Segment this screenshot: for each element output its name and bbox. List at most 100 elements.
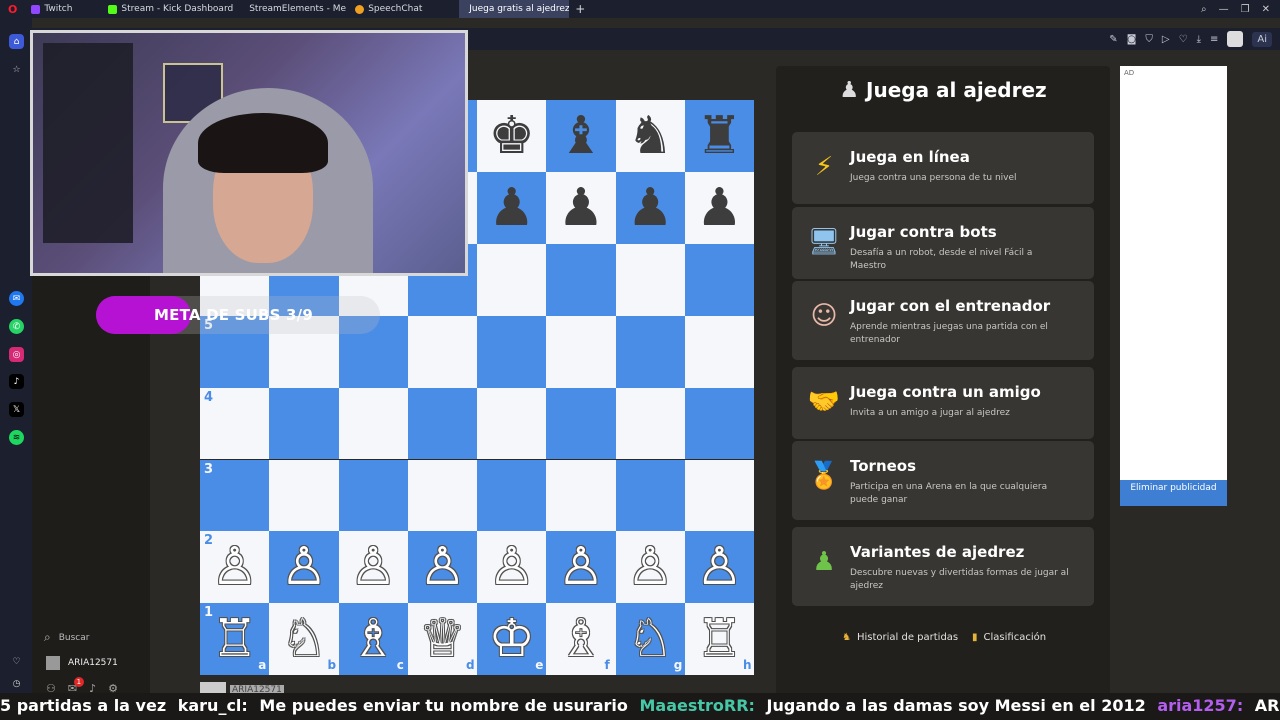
board-square[interactable] (684, 459, 754, 532)
black-piece[interactable]: ♜ (685, 100, 754, 172)
tiktok-icon[interactable]: ♪ (9, 374, 24, 389)
board-square[interactable] (338, 387, 408, 460)
messenger-icon[interactable]: ✉ (9, 291, 24, 306)
download-icon[interactable]: ⤓ (1197, 34, 1201, 45)
board-square[interactable] (477, 243, 547, 316)
board-square[interactable] (684, 243, 754, 316)
remove-ads-button[interactable]: Eliminar publicidad (1120, 480, 1227, 506)
board-square[interactable] (269, 387, 339, 460)
star-icon[interactable]: ☆ (9, 62, 24, 77)
option-play-coach[interactable]: ☺ Jugar con el entrenador Aprende mientr… (792, 281, 1094, 360)
tab-streamelements[interactable]: StreamElements - Me (239, 0, 349, 18)
white-piece[interactable]: ♙ (408, 531, 477, 603)
board-square[interactable] (407, 459, 477, 532)
white-piece[interactable]: ♙ (616, 531, 685, 603)
history-link[interactable]: ♞ Historial de partidas (842, 632, 958, 643)
white-piece[interactable]: ♙ (269, 531, 338, 603)
board-square[interactable] (338, 459, 408, 532)
new-tab-button[interactable]: + (569, 0, 591, 18)
kick-icon (108, 4, 118, 14)
board-square[interactable] (477, 459, 547, 532)
rank-label: 2 (204, 533, 214, 549)
shield-icon[interactable]: ⛉ (1145, 34, 1153, 45)
history-icon[interactable]: ◷ (9, 676, 24, 691)
option-title: Juega en línea (850, 148, 970, 166)
file-label: d (466, 658, 475, 673)
board-square[interactable] (407, 387, 477, 460)
browser-menu-button[interactable]: O (0, 0, 25, 18)
tab-kick[interactable]: Stream - Kick Dashboard (78, 0, 239, 18)
option-variants[interactable]: ♟ Variantes de ajedrez Descubre nuevas y… (792, 527, 1094, 606)
close-icon[interactable]: ✕ (1262, 4, 1270, 15)
board-square[interactable] (269, 459, 339, 532)
minimize-icon[interactable]: — (1219, 4, 1229, 15)
white-piece[interactable]: ♙ (477, 531, 546, 603)
black-piece[interactable]: ♟ (616, 172, 685, 244)
webcam-jacket (43, 43, 133, 243)
play-icon[interactable]: ▷ (1162, 34, 1170, 45)
window-controls: ⌕ — ❐ ✕ (1201, 0, 1280, 18)
black-piece[interactable]: ♞ (616, 100, 685, 172)
board-square[interactable] (546, 387, 616, 460)
board-square[interactable] (477, 387, 547, 460)
board-square[interactable] (407, 315, 477, 388)
board-square[interactable] (546, 243, 616, 316)
white-piece[interactable]: ♙ (685, 531, 754, 603)
search-item[interactable]: ⌕ Buscar (44, 630, 89, 645)
tab-twitch[interactable]: Twitch (25, 0, 78, 18)
black-piece[interactable]: ♚ (477, 100, 546, 172)
board-square[interactable] (684, 315, 754, 388)
board-square[interactable] (684, 387, 754, 460)
white-piece[interactable]: ♙ (339, 531, 408, 603)
camera-icon[interactable]: ◙ (1127, 34, 1137, 45)
menu-icon[interactable]: ≡ (1210, 34, 1218, 45)
remove-ads-label: Eliminar publicidad (1130, 483, 1217, 493)
board-square[interactable] (615, 243, 685, 316)
profile-avatar[interactable] (1227, 31, 1244, 47)
option-play-online[interactable]: ⚡ Juega en línea Juega contra una person… (792, 132, 1094, 204)
tab-chess[interactable]: Juega gratis al ajedrez onl (459, 0, 570, 18)
option-play-bots[interactable]: 🖥 Jugar contra bots Desafía a un robot, … (792, 207, 1094, 279)
board-square[interactable] (477, 315, 547, 388)
chat-ticker: 5 partidas a la vez karu_cl: Me puedes e… (0, 693, 1280, 720)
handshake-icon: 🤝 (807, 387, 841, 417)
board-square[interactable] (546, 459, 616, 532)
heart-icon[interactable]: ♡ (1179, 34, 1188, 45)
board-square[interactable] (615, 387, 685, 460)
browser-sidebar: ⌂ ☆ ✉ ✆ ◎ ♪ 𝕏 ≋ ♡ ◷ (0, 18, 32, 720)
home-icon[interactable]: ⌂ (9, 34, 24, 49)
whatsapp-icon[interactable]: ✆ (9, 319, 24, 334)
search-label: Buscar (58, 632, 90, 643)
file-label: e (535, 658, 544, 673)
restore-icon[interactable]: ❐ (1241, 4, 1250, 15)
spotify-icon[interactable]: ≋ (9, 430, 24, 445)
heart-icon[interactable]: ♡ (9, 654, 24, 669)
option-tournaments[interactable]: 🏅 Torneos Participa en una Arena en la q… (792, 441, 1094, 520)
option-play-friend[interactable]: 🤝 Juega contra un amigo Invita a un amig… (792, 367, 1094, 439)
board-square[interactable] (615, 459, 685, 532)
search-icon[interactable]: ⌕ (1201, 4, 1207, 15)
black-piece[interactable]: ♟ (685, 172, 754, 244)
ranking-link[interactable]: ▮ Clasificación (972, 632, 1046, 643)
board-square[interactable] (615, 315, 685, 388)
board-square[interactable] (546, 315, 616, 388)
x-icon[interactable]: 𝕏 (9, 402, 24, 417)
ai-button[interactable]: Ai (1252, 31, 1272, 47)
edit-icon[interactable]: ✎ (1109, 34, 1117, 45)
ticker-user: aria1257: (1157, 696, 1244, 715)
ticker-user: karu_cl: (177, 696, 248, 715)
instagram-icon[interactable]: ◎ (9, 347, 24, 362)
user-item[interactable]: ARIA12571 (46, 656, 118, 670)
black-piece[interactable]: ♝ (546, 100, 615, 172)
ad-banner[interactable]: AD Eliminar publicidad (1120, 66, 1227, 506)
tab-label: Stream - Kick Dashboard (121, 4, 234, 14)
black-piece[interactable]: ♟ (546, 172, 615, 244)
notification-badge: 1 (73, 677, 84, 687)
black-piece[interactable]: ♟ (477, 172, 546, 244)
twitch-icon (31, 4, 41, 14)
tab-label: SpeechChat (368, 4, 423, 14)
ticker-user: MaaestroRR: (639, 696, 755, 715)
tab-speechchat[interactable]: SpeechChat (349, 0, 459, 18)
white-piece[interactable]: ♙ (546, 531, 615, 603)
browser-tab-bar: O Twitch Stream - Kick Dashboard StreamE… (0, 0, 1280, 18)
